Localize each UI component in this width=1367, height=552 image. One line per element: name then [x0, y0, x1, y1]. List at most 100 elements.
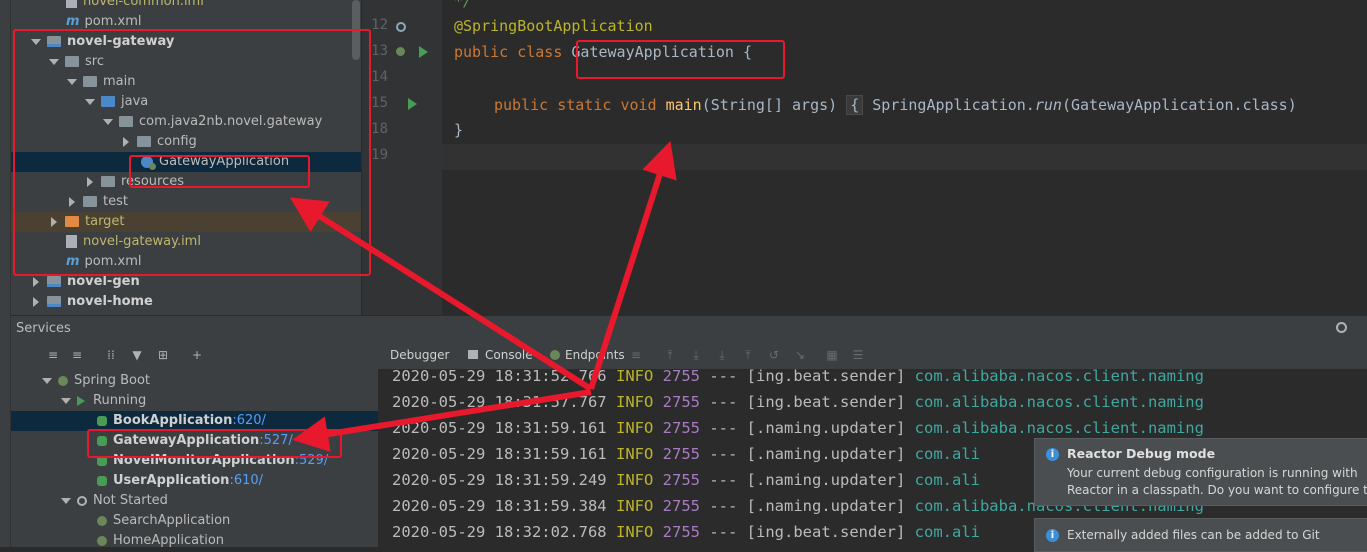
code-editor[interactable]: 12 13 14 15 18 19 */ @SpringBootApplicat… [362, 0, 1367, 315]
annotation-springbootapplication: @SpringBootApplication [454, 17, 653, 35]
run-class-icon[interactable] [419, 46, 428, 58]
service-gateway-application[interactable]: GatewayApplication:527/ [11, 431, 378, 451]
run-to-cursor-icon[interactable]: ↘ [794, 349, 806, 361]
log-pid: 2755 [662, 393, 700, 411]
service-book-application[interactable]: BookApplication:620/ [11, 411, 378, 431]
comment-end: */ [454, 0, 473, 10]
open-brace: { [733, 43, 753, 61]
drop-frame-icon[interactable]: ↺ [768, 349, 780, 361]
chevron-down-icon[interactable] [67, 78, 77, 85]
menu-icon[interactable]: ≡ [630, 349, 642, 361]
chevron-down-icon[interactable] [49, 58, 59, 65]
chevron-down-icon[interactable] [85, 98, 95, 105]
module-folder-icon [47, 296, 61, 307]
tree-item[interactable]: novel-gateway.iml [11, 232, 361, 252]
chevron-down-icon[interactable] [31, 38, 41, 45]
tree-item[interactable]: novel-home [11, 292, 361, 312]
running-label: Running [93, 393, 147, 408]
trace-icon[interactable]: ☰ [852, 349, 864, 361]
source-folder-icon [101, 96, 115, 107]
service-user-application[interactable]: UserApplication:610/ [11, 471, 378, 491]
service-port[interactable]: :527/ [259, 433, 293, 448]
service-home-application[interactable]: HomeApplication [11, 531, 378, 551]
tree-item[interactable]: m pom.xml [11, 12, 361, 32]
chevron-down-icon[interactable] [61, 397, 71, 404]
chevron-right-icon[interactable] [87, 176, 93, 187]
show-execution-point-icon[interactable]: ⤒ [664, 349, 676, 361]
log-logger: com.ali [914, 445, 980, 463]
tree-item[interactable]: src [11, 52, 361, 72]
chevron-right-icon[interactable] [123, 136, 129, 147]
expand-all-icon[interactable]: ≡ [47, 349, 59, 361]
group-by-icon[interactable]: ⁞⁞ [105, 349, 117, 361]
log-thread: [.naming.updater] [746, 419, 906, 437]
log-timestamp: 2020-05-29 18:31:57.767 [392, 393, 607, 411]
tree-item[interactable]: novel-gen [11, 272, 361, 292]
service-port[interactable]: :620/ [232, 413, 266, 428]
notification-body: Externally added files can be added to G… [1067, 528, 1320, 542]
notification-title: Reactor Debug mode [1067, 446, 1216, 461]
service-novel-monitor-application[interactable]: NovelMonitorApplication:529/ [11, 451, 378, 471]
step-into-icon[interactable]: ⤓ [716, 349, 728, 361]
tree-item[interactable]: config [11, 132, 361, 152]
service-port[interactable]: :610/ [229, 473, 263, 488]
new-tab-icon[interactable]: ⊞ [157, 349, 169, 361]
debug-bug-icon [97, 415, 107, 426]
folded-region[interactable]: { [846, 95, 864, 115]
tree-item[interactable]: GatewayApplication [11, 152, 361, 172]
keyword-public: public [454, 43, 509, 61]
tree-item[interactable]: main [11, 72, 361, 92]
filter-icon[interactable]: ▼ [131, 349, 143, 361]
chevron-right-icon[interactable] [33, 276, 39, 287]
chevron-down-icon[interactable] [103, 118, 113, 125]
spring-app-icon [97, 535, 107, 546]
chevron-down-icon[interactable] [61, 497, 71, 504]
log-level: INFO [615, 367, 654, 385]
chevron-down-icon[interactable] [42, 377, 52, 384]
add-service-icon[interactable]: + [191, 349, 203, 361]
settings-gear-icon[interactable] [1336, 322, 1347, 333]
tree-item[interactable]: com.java2nb.novel.gateway [11, 112, 361, 132]
tree-item-label: java [121, 94, 149, 109]
folder-icon [83, 76, 97, 87]
log-timestamp: 2020-05-29 18:31:52.766 [392, 367, 607, 385]
method-name: main [665, 96, 702, 114]
reactor-debug-notification[interactable]: i Reactor Debug mode Your current debug … [1034, 438, 1367, 506]
find-usages-icon[interactable] [396, 22, 406, 32]
log-level: INFO [615, 497, 654, 515]
tree-item[interactable]: m pom.xml [11, 252, 361, 272]
tab-debugger[interactable]: Debugger [390, 341, 449, 369]
package-icon [137, 136, 151, 147]
service-port[interactable]: :529/ [295, 453, 329, 468]
tab-console[interactable]: Console [485, 341, 533, 369]
spring-bean-icon[interactable] [396, 47, 405, 56]
tree-item[interactable]: target [11, 212, 361, 232]
log-timestamp: 2020-05-29 18:31:59.384 [392, 497, 607, 515]
tool-window-stripe[interactable] [0, 0, 11, 547]
run-main-icon[interactable] [408, 98, 417, 110]
chevron-right-icon[interactable] [51, 216, 57, 227]
tree-item[interactable]: resources [11, 172, 361, 192]
chevron-right-icon[interactable] [69, 196, 75, 207]
line-number: 12 [371, 17, 388, 33]
step-over-icon[interactable]: ⤓ [690, 349, 702, 361]
spring-boot-node[interactable]: Spring Boot [11, 371, 378, 391]
chevron-right-icon[interactable] [33, 296, 39, 307]
close-brace: } [454, 121, 464, 139]
tab-endpoints[interactable]: Endpoints [565, 341, 625, 369]
tree-item[interactable]: test [11, 192, 361, 212]
not-started-group[interactable]: Not Started [11, 491, 378, 511]
service-search-application[interactable]: SearchApplication [11, 511, 378, 531]
running-group[interactable]: Running [11, 391, 378, 411]
tree-item[interactable]: novel-common.iml [11, 0, 361, 12]
debug-bug-icon [97, 455, 107, 466]
tree-item[interactable]: novel-gateway [11, 32, 361, 52]
keyword-public: public [494, 96, 549, 114]
log-thread: [.naming.updater] [746, 471, 906, 489]
evaluate-icon[interactable]: ▦ [826, 349, 838, 361]
tree-item[interactable]: java [11, 92, 361, 112]
project-tree-scrollbar[interactable] [352, 0, 360, 60]
step-out-icon[interactable]: ⤒ [742, 349, 754, 361]
package-icon [119, 116, 133, 127]
collapse-all-icon[interactable]: ≡ [71, 349, 83, 361]
